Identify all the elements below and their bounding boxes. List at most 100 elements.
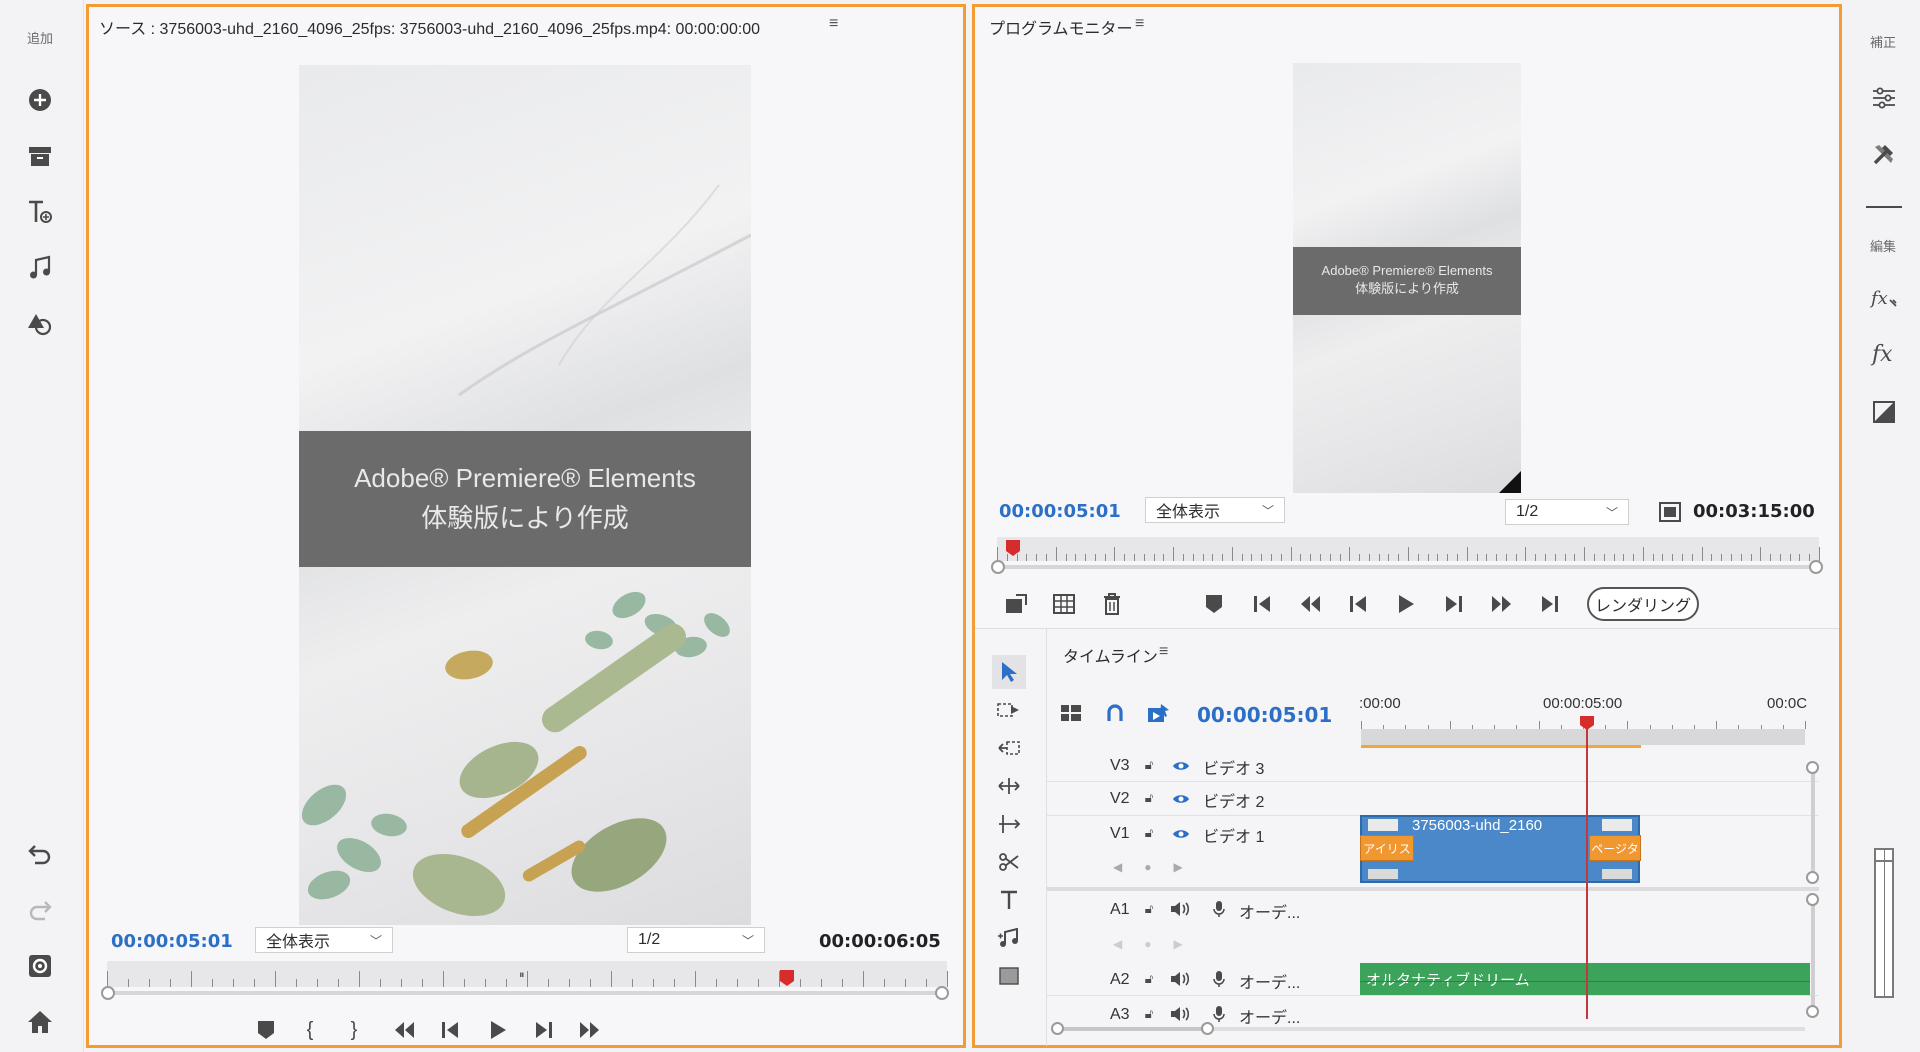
add-media-icon[interactable] (22, 82, 58, 118)
timeline-current-timecode[interactable]: 00:00:05:01 (1197, 703, 1332, 727)
timeline-scroll-left-handle[interactable] (1051, 1022, 1064, 1035)
program-previous-frame-icon[interactable] (1341, 587, 1375, 621)
video-vertical-scrollbar[interactable] (1811, 767, 1815, 879)
adjustments-icon[interactable] (1866, 80, 1902, 116)
a1-keyframe-nav[interactable]: ◀●▶ (1113, 937, 1205, 951)
program-resolution-dropdown[interactable]: 1/2 ﹀ (1505, 499, 1629, 525)
shape-tool-icon[interactable] (992, 959, 1026, 993)
lock-icon[interactable]: 🔓︎ (1141, 755, 1157, 775)
ripple-tool-icon[interactable] (992, 731, 1026, 765)
source-scroll-right-handle[interactable] (935, 986, 949, 1000)
speaker-icon[interactable] (1169, 969, 1191, 989)
add-marker-icon[interactable] (249, 1013, 283, 1047)
program-play-icon[interactable] (1389, 587, 1423, 621)
grid-view-icon[interactable] (1047, 587, 1081, 621)
speaker-icon[interactable] (1169, 899, 1191, 919)
trash-icon[interactable] (1095, 587, 1129, 621)
video-audio-divider[interactable] (1047, 887, 1819, 891)
program-marker-icon[interactable] (1197, 587, 1231, 621)
export-frame-icon[interactable] (999, 587, 1033, 621)
transition-page[interactable]: ページタ (1589, 835, 1641, 861)
program-scroll-left-handle[interactable] (991, 560, 1005, 574)
source-scroll-left-handle[interactable] (101, 986, 115, 1000)
program-next-frame-icon[interactable] (1437, 587, 1471, 621)
transitions-icon[interactable] (1866, 394, 1902, 430)
step-forward-icon[interactable] (573, 1013, 607, 1047)
audio-clip[interactable]: オルタナティブドリーム (1360, 963, 1810, 995)
home-icon[interactable] (22, 1004, 58, 1040)
audio-scroll-bottom-handle[interactable] (1806, 1005, 1819, 1018)
program-step-back-icon[interactable] (1293, 587, 1327, 621)
text-tool-icon[interactable] (992, 883, 1026, 917)
razor-tool-icon[interactable] (992, 845, 1026, 879)
next-frame-icon[interactable] (527, 1013, 561, 1047)
slip-tool-icon[interactable] (992, 807, 1026, 841)
applied-effects-icon[interactable]: fx (1866, 280, 1902, 316)
program-current-timecode[interactable]: 00:00:05:01 (999, 501, 1121, 522)
selection-tool-icon[interactable] (992, 655, 1026, 689)
audio-icon[interactable] (22, 250, 58, 286)
program-scroll-right-handle[interactable] (1809, 560, 1823, 574)
program-zoom-scrollbar[interactable] (997, 565, 1819, 569)
mark-out-icon[interactable]: } (337, 1013, 371, 1047)
timeline-menu-icon[interactable]: ≡ (1159, 643, 1168, 661)
source-scrub-bar[interactable] (107, 961, 948, 987)
program-step-forward-icon[interactable] (1485, 587, 1519, 621)
tools-icon[interactable] (1866, 136, 1902, 172)
audio-tool-icon[interactable] (992, 921, 1026, 955)
lock-icon[interactable]: 🔓︎ (1141, 899, 1157, 919)
audio-volume-line[interactable] (1360, 981, 1810, 982)
project-assets-icon[interactable] (22, 138, 58, 174)
rolling-edit-tool-icon[interactable] (992, 769, 1026, 803)
program-playhead[interactable] (1005, 539, 1021, 557)
v1-keyframe-nav[interactable]: ◀●▶ (1113, 860, 1205, 874)
source-zoom-scrollbar[interactable] (107, 991, 947, 995)
transition-iris[interactable]: アイリス (1360, 835, 1414, 861)
work-area-bar[interactable] (1361, 729, 1805, 745)
play-icon[interactable] (481, 1013, 515, 1047)
video-scroll-bottom-handle[interactable] (1806, 871, 1819, 884)
organizer-icon[interactable] (22, 948, 58, 984)
source-playhead[interactable] (779, 969, 795, 987)
audio-vertical-scrollbar[interactable] (1811, 899, 1815, 1017)
track-select-tool-icon[interactable] (992, 693, 1026, 727)
timeline-horizontal-scrollbar[interactable] (1057, 1027, 1209, 1031)
eye-icon[interactable] (1171, 790, 1191, 808)
previous-frame-icon[interactable] (433, 1013, 467, 1047)
linked-selection-icon[interactable] (1145, 699, 1173, 727)
effects-icon[interactable]: fx (1866, 336, 1902, 372)
lock-icon[interactable]: 🔓︎ (1141, 788, 1157, 808)
graphics-icon[interactable] (22, 306, 58, 342)
program-zoom-dropdown[interactable]: 全体表示 ﹀ (1145, 497, 1285, 523)
undo-icon[interactable] (22, 836, 58, 872)
mark-in-icon[interactable]: { (293, 1013, 327, 1047)
lock-icon[interactable]: 🔓︎ (1141, 1004, 1157, 1024)
source-zoom-dropdown[interactable]: 全体表示 ﹀ (255, 927, 393, 953)
go-to-end-icon[interactable] (1533, 587, 1567, 621)
eye-icon[interactable] (1171, 757, 1191, 775)
program-panel-menu-icon[interactable]: ≡ (1135, 15, 1144, 33)
snap-icon[interactable] (1101, 699, 1129, 727)
program-scrub-bar[interactable] (997, 537, 1820, 561)
lock-icon[interactable]: 🔓︎ (1141, 823, 1157, 843)
step-back-icon[interactable] (387, 1013, 421, 1047)
go-to-start-icon[interactable] (1245, 587, 1279, 621)
eye-icon[interactable] (1171, 825, 1191, 843)
audio-scroll-top-handle[interactable] (1806, 893, 1819, 906)
render-button[interactable]: レンダリング (1587, 587, 1699, 621)
titles-icon[interactable] (22, 194, 58, 230)
timeline-playhead[interactable] (1579, 715, 1595, 731)
microphone-icon[interactable] (1211, 969, 1227, 989)
lock-icon[interactable]: 🔓︎ (1141, 969, 1157, 989)
speaker-icon[interactable] (1169, 1004, 1191, 1024)
video-scroll-top-handle[interactable] (1806, 761, 1819, 774)
timeline-scroll-thumb-handle[interactable] (1201, 1022, 1214, 1035)
timeline-view-icon[interactable] (1057, 699, 1085, 727)
fullscreen-icon[interactable] (1657, 499, 1683, 525)
redo-icon[interactable] (22, 892, 58, 928)
microphone-icon[interactable] (1211, 899, 1227, 919)
source-panel-menu-icon[interactable]: ≡ (829, 15, 838, 33)
microphone-icon[interactable] (1211, 1004, 1227, 1024)
source-current-timecode[interactable]: 00:00:05:01 (111, 931, 233, 952)
source-resolution-dropdown[interactable]: 1/2 ﹀ (627, 927, 765, 953)
